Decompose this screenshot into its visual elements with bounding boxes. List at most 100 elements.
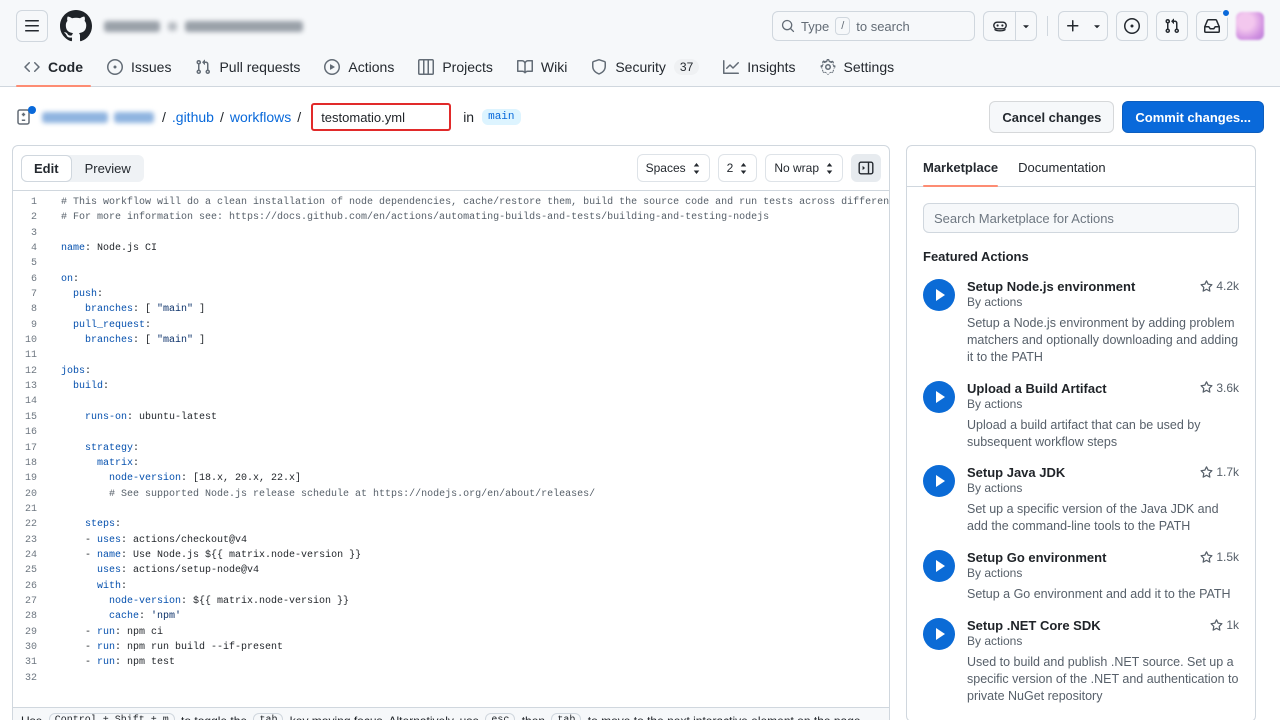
pull-requests-header-button[interactable] (1156, 11, 1188, 41)
filename-input[interactable] (311, 103, 451, 131)
marketplace-action-item[interactable]: Setup Node.js environmentBy actions4.2kS… (923, 279, 1239, 366)
code-line[interactable]: 9 pull_request: (13, 318, 889, 333)
marketplace-action-item[interactable]: Setup Go environmentBy actions1.5kSetup … (923, 550, 1239, 603)
action-description: Used to build and publish .NET source. S… (967, 654, 1239, 705)
tab-edit[interactable]: Edit (21, 155, 72, 182)
sort-arrows-icon (825, 163, 834, 174)
code-line[interactable]: 32 (13, 671, 889, 686)
line-content: - name: Use Node.js ${{ matrix.node-vers… (51, 548, 889, 563)
line-content (51, 348, 889, 363)
code-editor[interactable]: 1# This workflow will do a clean install… (13, 191, 889, 707)
code-line[interactable]: 29 - run: npm ci (13, 625, 889, 640)
code-line[interactable]: 8 branches: [ "main" ] (13, 302, 889, 317)
code-line[interactable]: 18 matrix: (13, 456, 889, 471)
action-description: Upload a build artifact that can be used… (967, 417, 1239, 451)
wrap-mode-select[interactable]: No wrap (765, 154, 843, 182)
branch-badge[interactable]: main (482, 109, 520, 125)
marketplace-action-item[interactable]: Setup .NET Core SDKBy actions1kUsed to b… (923, 618, 1239, 705)
breadcrumb-segment-workflows[interactable]: workflows (230, 109, 291, 125)
code-line[interactable]: 10 branches: [ "main" ] (13, 333, 889, 348)
nav-tab-settings[interactable]: Settings (812, 50, 903, 86)
action-title[interactable]: Setup .NET Core SDK (967, 618, 1101, 633)
code-line[interactable]: 6on: (13, 272, 889, 287)
marketplace-action-item[interactable]: Upload a Build ArtifactBy actions3.6kUpl… (923, 381, 1239, 451)
code-line[interactable]: 11 (13, 348, 889, 363)
user-avatar[interactable] (1236, 12, 1264, 40)
create-new-caret-button[interactable] (1087, 12, 1107, 40)
global-search-input[interactable]: Type / to search (772, 11, 975, 41)
nav-tab-issues[interactable]: Issues (99, 50, 179, 86)
nav-tab-label: Security (615, 59, 666, 75)
line-content (51, 502, 889, 517)
issues-header-button[interactable] (1116, 11, 1148, 41)
code-line[interactable]: 7 push: (13, 287, 889, 302)
code-line[interactable]: 30 - run: npm run build --if-present (13, 640, 889, 655)
action-title[interactable]: Setup Node.js environment (967, 279, 1135, 294)
nav-tab-code[interactable]: Code (16, 50, 91, 86)
code-line[interactable]: 17 strategy: (13, 441, 889, 456)
code-line[interactable]: 24 - name: Use Node.js ${{ matrix.node-v… (13, 548, 889, 563)
hamburger-menu-button[interactable] (16, 10, 48, 42)
code-line[interactable]: 19 node-version: [18.x, 20.x, 22.x] (13, 471, 889, 486)
code-line[interactable]: 14 (13, 394, 889, 409)
code-line[interactable]: 12jobs: (13, 364, 889, 379)
line-number: 32 (13, 671, 51, 686)
action-author: By actions (967, 397, 1107, 411)
sidebar-collapse-button[interactable] (851, 154, 881, 182)
hint-text: Use (21, 714, 46, 720)
code-line[interactable]: 5 (13, 256, 889, 271)
nav-tab-pull-requests[interactable]: Pull requests (187, 50, 308, 86)
line-number: 17 (13, 441, 51, 456)
code-line[interactable]: 1# This workflow will do a clean install… (13, 195, 889, 210)
code-line[interactable]: 25 uses: actions/setup-node@v4 (13, 563, 889, 578)
action-title[interactable]: Setup Go environment (967, 550, 1106, 565)
nav-tab-insights[interactable]: Insights (715, 50, 803, 86)
line-content: jobs: (51, 364, 889, 379)
code-line[interactable]: 22 steps: (13, 517, 889, 532)
line-content (51, 256, 889, 271)
redacted-context-title (104, 21, 303, 32)
create-new-button[interactable] (1059, 12, 1087, 40)
code-line[interactable]: 21 (13, 502, 889, 517)
nav-tab-security[interactable]: Security37 (583, 50, 707, 86)
code-line[interactable]: 15 runs-on: ubuntu-latest (13, 410, 889, 425)
line-content: strategy: (51, 441, 889, 456)
redacted-repo-name[interactable] (42, 112, 154, 123)
line-number: 26 (13, 579, 51, 594)
marketplace-tab-marketplace[interactable]: Marketplace (923, 160, 998, 186)
project-icon (418, 59, 434, 75)
nav-tab-projects[interactable]: Projects (410, 50, 501, 86)
breadcrumb-segment-github[interactable]: .github (172, 109, 214, 125)
code-line[interactable]: 27 node-version: ${{ matrix.node-version… (13, 594, 889, 609)
nav-tab-wiki[interactable]: Wiki (509, 50, 575, 86)
action-title[interactable]: Upload a Build Artifact (967, 381, 1107, 396)
tab-preview[interactable]: Preview (72, 155, 144, 182)
action-star-count: 1k (1202, 618, 1239, 632)
nav-tab-label: Insights (747, 59, 795, 75)
code-line[interactable]: 23 - uses: actions/checkout@v4 (13, 533, 889, 548)
hint-text: key moving focus. Alternatively, use (286, 714, 482, 720)
code-line[interactable]: 13 build: (13, 379, 889, 394)
line-content: build: (51, 379, 889, 394)
code-line[interactable]: 20 # See supported Node.js release sched… (13, 487, 889, 502)
copilot-button[interactable] (984, 12, 1016, 40)
code-line[interactable]: 2# For more information see: https://doc… (13, 210, 889, 225)
marketplace-action-item[interactable]: Setup Java JDKBy actions1.7kSet up a spe… (923, 465, 1239, 535)
indent-size-select[interactable]: 2 (718, 154, 758, 182)
action-title[interactable]: Setup Java JDK (967, 465, 1065, 480)
code-line[interactable]: 28 cache: 'npm' (13, 609, 889, 624)
marketplace-tab-documentation[interactable]: Documentation (1018, 160, 1105, 186)
code-line[interactable]: 16 (13, 425, 889, 440)
code-line[interactable]: 31 - run: npm test (13, 655, 889, 670)
marketplace-search-input[interactable] (923, 203, 1239, 233)
copilot-menu-caret-button[interactable] (1016, 12, 1036, 40)
code-line[interactable]: 4name: Node.js CI (13, 241, 889, 256)
code-line[interactable]: 26 with: (13, 579, 889, 594)
code-line[interactable]: 3 (13, 226, 889, 241)
cancel-changes-button[interactable]: Cancel changes (989, 101, 1114, 133)
line-content (51, 425, 889, 440)
nav-tab-actions[interactable]: Actions (316, 50, 402, 86)
commit-changes-button[interactable]: Commit changes... (1122, 101, 1264, 133)
github-logo-icon[interactable] (60, 10, 92, 42)
indent-mode-select[interactable]: Spaces (637, 154, 710, 182)
